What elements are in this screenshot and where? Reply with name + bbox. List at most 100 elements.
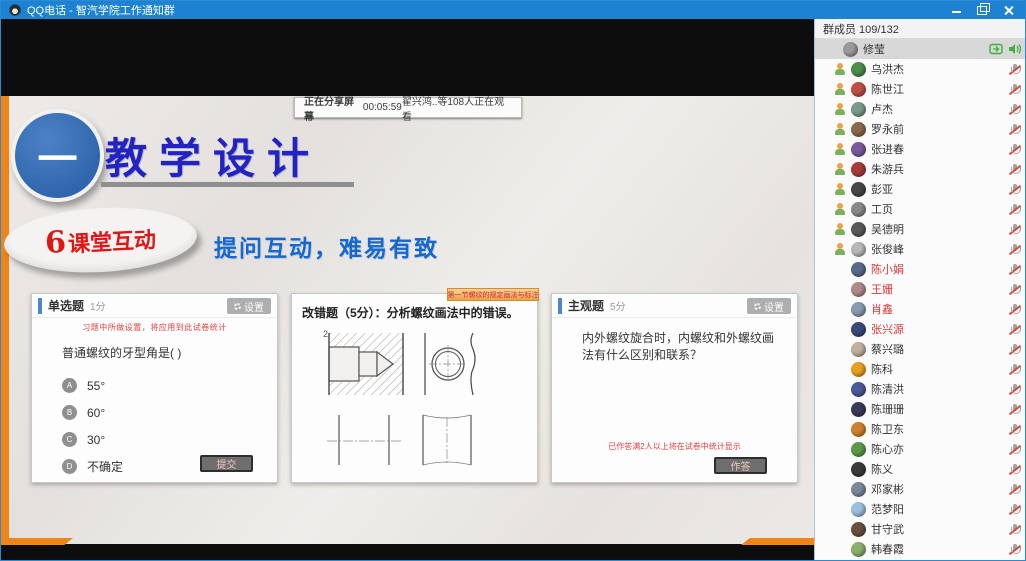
settings-button[interactable]: 设置 [227, 298, 271, 314]
window-titlebar[interactable]: QQ电话 - 智汽学院工作通知群 [1, 1, 1026, 19]
avatar [851, 502, 866, 517]
member-row[interactable]: 陈义 [815, 459, 1026, 479]
card-accent-bar [558, 298, 562, 314]
option-d-badge: D [62, 459, 77, 474]
avatar [851, 242, 866, 257]
member-role-icon [835, 163, 845, 175]
title-underline [101, 182, 354, 187]
member-name: 范梦阳 [871, 501, 1008, 517]
member-row[interactable]: 陈珊珊 [815, 399, 1026, 419]
section-number: 一 [38, 127, 78, 185]
member-name: 王姗 [871, 281, 1008, 297]
mic-muted-icon [1008, 103, 1021, 116]
member-row[interactable]: 蔡兴璐 [815, 339, 1026, 359]
member-role-icon [835, 83, 845, 95]
settings-button[interactable]: 设置 [747, 298, 791, 314]
member-row[interactable]: 陈小娟 [815, 259, 1026, 279]
submit-button[interactable]: 提交 [200, 455, 253, 472]
avatar [851, 442, 866, 457]
speaker-on-icon [1008, 43, 1021, 55]
answer-button[interactable]: 作答 [714, 457, 767, 474]
avatar [851, 402, 866, 417]
error-question-title: 改错题（5分）：分析螺纹画法中的错误。 [302, 304, 529, 321]
member-role-icon [835, 203, 845, 215]
mic-muted-icon [1008, 223, 1021, 236]
minimize-button[interactable] [951, 5, 963, 15]
member-row[interactable]: 张兴源 [815, 319, 1026, 339]
member-name: 工页 [871, 201, 1008, 217]
member-row[interactable]: 陈世江 [815, 79, 1026, 99]
mic-muted-icon [1008, 443, 1021, 456]
card-notice-text: 已作答满2人以上将在试卷中统计显示 [552, 441, 797, 452]
member-row[interactable]: 甘守武 [815, 519, 1026, 539]
member-row[interactable]: 工页 [815, 199, 1026, 219]
qq-app-icon [9, 4, 21, 16]
card-notice-text: 习题中所做设置，将应用到此试卷统计 [32, 322, 277, 333]
option-c[interactable]: C 30° [62, 426, 277, 453]
option-b[interactable]: B 60° [62, 399, 277, 426]
question-score: 1分 [90, 298, 106, 313]
member-row[interactable]: 彭亚 [815, 179, 1026, 199]
member-row[interactable]: 陈科 [815, 359, 1026, 379]
member-name: 蔡兴璐 [871, 341, 1008, 357]
member-name: 朱游兵 [871, 161, 1008, 177]
chapter-banner: 第一节螺纹的规定画法与标注 [447, 288, 539, 301]
question-score: 5分 [610, 298, 626, 313]
member-row[interactable]: 吴德明 [815, 219, 1026, 239]
member-row[interactable]: 朱游兵 [815, 159, 1026, 179]
slide-bottom-left-accent [1, 538, 73, 545]
close-button[interactable] [1003, 5, 1015, 15]
mic-muted-icon [1008, 303, 1021, 316]
member-row[interactable]: 卢杰 [815, 99, 1026, 119]
mic-muted-icon [1008, 363, 1021, 376]
mic-muted-icon [1008, 483, 1021, 496]
mic-muted-icon [1008, 323, 1021, 336]
quiz-card-subjective: 主观题 5分 设置 内外螺纹旋合时，内螺纹和外螺纹画法有什么区别和联系？ 已作答… [551, 293, 798, 483]
settings-label: 设置 [244, 299, 264, 314]
member-role-icon [835, 223, 845, 235]
avatar [851, 282, 866, 297]
member-row[interactable]: 陈清洪 [815, 379, 1026, 399]
avatar [851, 222, 866, 237]
member-role-icon [835, 123, 845, 135]
member-row[interactable]: 肖鑫 [815, 299, 1026, 319]
member-row[interactable]: 乌洪杰 [815, 59, 1026, 79]
member-count-header: 群成员 109/132 [815, 19, 1026, 39]
option-c-text: 30° [87, 433, 105, 447]
sharing-status-bar[interactable]: 正在分享屏幕 00:05:59 翟兴鸿..等108人正在观看 [294, 97, 522, 118]
option-a-badge: A [62, 378, 77, 393]
member-row[interactable]: 邓家彬 [815, 479, 1026, 499]
current-speaker-row[interactable]: 修莹 [815, 39, 1026, 59]
restore-button[interactable] [977, 5, 989, 15]
member-name: 陈世江 [871, 81, 1008, 97]
option-a-text: 55° [87, 379, 105, 393]
member-row[interactable]: 罗永前 [815, 119, 1026, 139]
member-row[interactable]: 张进春 [815, 139, 1026, 159]
mic-muted-icon [1008, 83, 1021, 96]
option-a[interactable]: A 55° [62, 372, 277, 399]
avatar [851, 62, 866, 77]
member-row[interactable]: 张俊峰 [815, 239, 1026, 259]
mic-muted-icon [1008, 183, 1021, 196]
mic-muted-icon [1008, 343, 1021, 356]
member-row[interactable]: 范梦阳 [815, 499, 1026, 519]
member-name: 罗永前 [871, 121, 1008, 137]
mic-muted-icon [1008, 123, 1021, 136]
member-role-icon [835, 183, 845, 195]
quiz-card-error-correction: 第一节螺纹的规定画法与标注 改错题（5分）：分析螺纹画法中的错误。 2. [291, 293, 538, 483]
section-number-circle: 一 [11, 109, 104, 202]
member-name: 彭亚 [871, 181, 1008, 197]
mic-muted-icon [1008, 263, 1021, 276]
member-row[interactable]: 韩春霞 [815, 539, 1026, 559]
option-b-text: 60° [87, 406, 105, 420]
member-list[interactable]: 乌洪杰 陈世江 卢杰 罗永前 张进春 朱游兵 彭亚 [815, 59, 1026, 559]
mic-muted-icon [1008, 523, 1021, 536]
member-row[interactable]: 王姗 [815, 279, 1026, 299]
sharing-status-label: 正在分享屏幕 [304, 93, 363, 123]
avatar [851, 122, 866, 137]
member-row[interactable]: 陈心亦 [815, 439, 1026, 459]
member-name: 张兴源 [871, 321, 1008, 337]
member-row[interactable]: 陈卫东 [815, 419, 1026, 439]
member-name: 邓家彬 [871, 481, 1008, 497]
gear-icon [234, 303, 241, 310]
